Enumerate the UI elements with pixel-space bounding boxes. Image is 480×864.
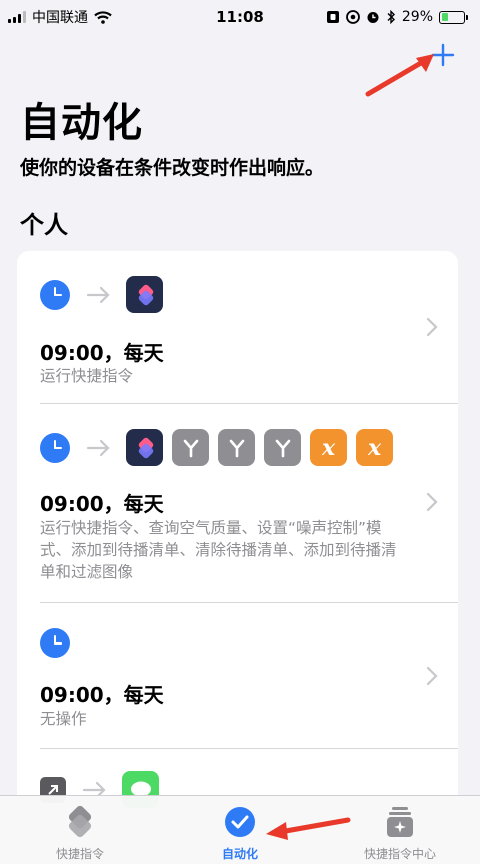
status-right: 29%	[326, 9, 468, 25]
tab-shortcuts[interactable]: 快捷指令	[0, 796, 160, 864]
bluetooth-icon	[387, 10, 395, 24]
clock-icon	[40, 279, 70, 310]
wifi-icon	[94, 10, 112, 24]
scripting-icon	[218, 429, 255, 466]
chevron-right-icon	[426, 317, 438, 337]
automation-row[interactable]: x x 09:00，每天 运行快捷指令、查询空气质量、设置“噪声控制”模式、添加…	[17, 404, 458, 602]
automation-description: 无操作	[40, 710, 87, 728]
tab-gallery[interactable]: 快捷指令中心	[320, 796, 480, 864]
shortcuts-stack-icon	[68, 805, 92, 838]
add-automation-button[interactable]	[428, 40, 458, 70]
plus-icon	[431, 43, 455, 67]
automation-row[interactable]: 09:00，每天 无操作	[17, 603, 458, 748]
chevron-right-icon	[426, 492, 438, 512]
tab-label: 自动化	[221, 847, 258, 861]
scripting-icon	[264, 429, 301, 466]
gallery-icon	[387, 807, 413, 837]
automation-check-icon	[225, 807, 255, 837]
tab-bar: 快捷指令 自动化 快捷指令中心	[0, 795, 480, 864]
page-title: 自动化	[20, 100, 143, 146]
section-header-personal: 个人	[20, 211, 68, 239]
clock-icon	[40, 628, 70, 658]
automation-time: 09:00，每天	[40, 341, 164, 365]
automation-description: 运行快捷指令	[40, 367, 134, 385]
status-left: 中国联通	[8, 7, 112, 27]
automation-description: 运行快捷指令、查询空气质量、设置“噪声控制”模式、添加到待播清单、清除待播清单、…	[40, 519, 397, 581]
carrier-label: 中国联通	[32, 10, 88, 26]
arrow-right-icon	[86, 286, 110, 303]
orientation-lock-icon	[326, 11, 339, 23]
clock-icon	[40, 432, 70, 463]
automations-list: 09:00，每天 运行快捷指令 x x 09:00，每天 运行快捷指令、查询空气…	[17, 251, 458, 811]
tab-label: 快捷指令	[55, 847, 104, 861]
battery-icon	[439, 10, 468, 24]
battery-percent: 29%	[401, 9, 433, 25]
arrow-right-icon	[86, 439, 110, 456]
signal-icon	[8, 11, 26, 23]
location-lock-icon	[345, 10, 360, 24]
page-subtitle: 使你的设备在条件改变时作出响应。	[20, 157, 325, 179]
tab-label: 快捷指令中心	[363, 847, 436, 861]
alarm-icon	[367, 12, 379, 23]
status-bar: 中国联通 11:08 29%	[0, 0, 480, 34]
variable-icon: x	[356, 429, 393, 466]
variable-icon: x	[310, 429, 347, 466]
shortcuts-icon	[126, 429, 163, 466]
automation-time: 09:00，每天	[40, 683, 164, 707]
automation-row[interactable]: 09:00，每天 运行快捷指令	[17, 251, 458, 403]
shortcuts-icon	[126, 276, 163, 313]
scripting-icon	[172, 429, 209, 466]
chevron-right-icon	[426, 666, 438, 686]
automation-time: 09:00，每天	[40, 492, 164, 516]
tab-automation[interactable]: 自动化	[160, 796, 320, 864]
